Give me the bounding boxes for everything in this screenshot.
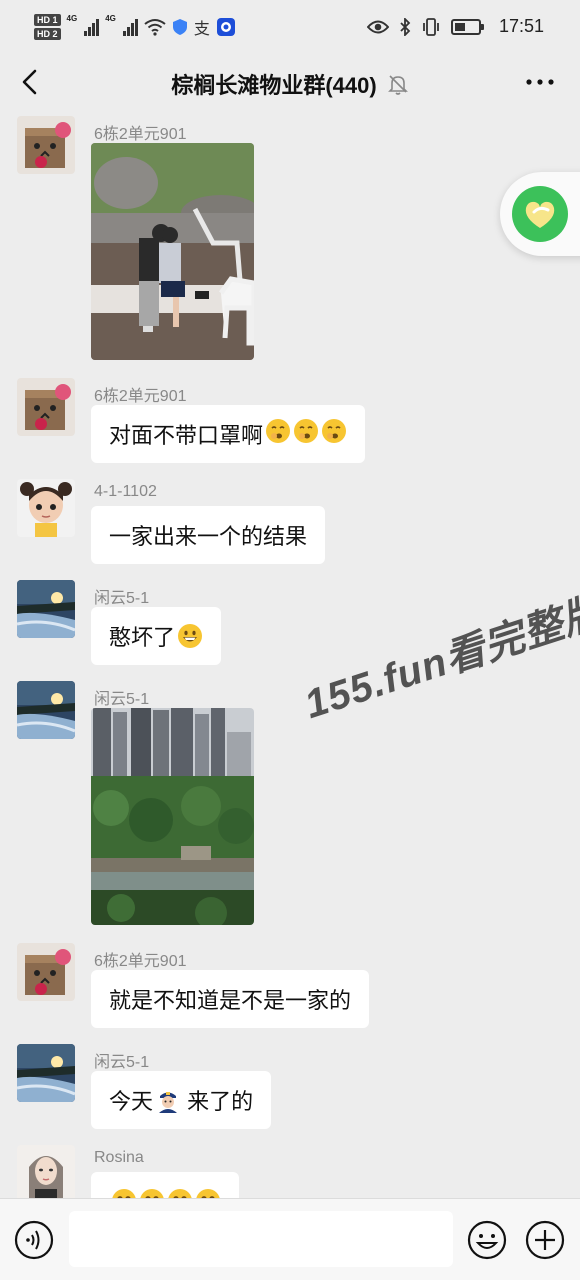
river-sunset-avatar <box>17 1044 75 1102</box>
heart-app-icon <box>512 186 568 242</box>
wifi-icon <box>144 19 166 36</box>
message-text-before: 今天 <box>109 1089 154 1114</box>
avatar[interactable] <box>17 378 75 436</box>
message-input[interactable] <box>69 1211 453 1267</box>
yawning-face-icon <box>168 1189 192 1198</box>
clock: 17:51 <box>498 16 544 36</box>
yawning-face-icon <box>266 419 291 443</box>
text-bubble[interactable]: 今天 来了的 <box>91 1071 272 1129</box>
message-text: 对面不带口罩啊 <box>109 423 264 448</box>
sender-name: 闲云5-1 <box>94 1054 150 1071</box>
sender-name: Rosina <box>94 1149 144 1166</box>
vibrate-icon <box>423 17 439 36</box>
river-sunset-avatar <box>17 681 75 739</box>
hd2-badge: HD 2 <box>34 28 61 40</box>
avatar[interactable] <box>17 681 75 739</box>
image-message[interactable] <box>91 708 254 925</box>
message-text: 就是不知道是不是一家的 <box>109 988 352 1013</box>
box-doll-avatar <box>17 943 75 1001</box>
avatar[interactable] <box>17 580 75 638</box>
signal-icon <box>84 18 100 36</box>
chat-header: 棕榈长滩物业群(440) <box>0 56 580 108</box>
sender-name: 闲云5-1 <box>94 590 150 607</box>
river-sunset-avatar <box>17 580 75 638</box>
more-options-icon[interactable] <box>524 68 556 96</box>
avatar[interactable] <box>17 116 75 174</box>
image-message[interactable] <box>91 143 254 360</box>
alipay-icon: 支 <box>193 21 210 38</box>
chat-title: 棕榈长滩物业群(440) <box>171 73 377 98</box>
avatar[interactable] <box>17 1145 75 1198</box>
emoji-row <box>263 418 347 450</box>
text-bubble[interactable]: 对面不带口罩啊 <box>91 405 366 463</box>
text-bubble[interactable] <box>91 1172 239 1198</box>
input-bar <box>0 1198 580 1280</box>
yawning-face-icon <box>196 1189 220 1198</box>
shield-icon <box>172 19 187 35</box>
bluetooth-icon <box>400 17 411 36</box>
eye-icon <box>366 20 389 33</box>
text-bubble[interactable]: 一家出来一个的结果 <box>91 506 326 564</box>
sender-name: 4-1-1102 <box>94 483 157 500</box>
text-bubble[interactable]: 就是不知道是不是一家的 <box>91 970 370 1028</box>
status-bar-left: HD 1 HD 2 4G 4G 支 <box>34 14 236 40</box>
message-text-after: 来了的 <box>181 1089 254 1114</box>
police-officer-icon <box>159 1092 178 1113</box>
box-doll-avatar <box>17 378 75 436</box>
hd1-badge: HD 1 <box>34 14 61 26</box>
app-notification-icon <box>216 18 235 36</box>
bell-off-icon <box>387 75 408 95</box>
text-bubble[interactable]: 憨坏了 <box>91 607 222 665</box>
message-text: 一家出来一个的结果 <box>109 524 308 549</box>
signal-icon-2 <box>122 18 138 36</box>
grinning-face-icon <box>178 624 203 648</box>
avatar[interactable] <box>17 479 75 537</box>
sender-name: 6栋2单元901 <box>94 388 187 405</box>
battery-icon <box>450 18 484 35</box>
emoji-picker-icon[interactable] <box>467 1220 507 1260</box>
voice-input-icon[interactable] <box>14 1220 54 1260</box>
network-type-2: 4G <box>105 14 116 23</box>
network-type-1: 4G <box>66 14 78 23</box>
status-bar: HD 1 HD 2 4G 4G 支 17:51 <box>0 0 580 56</box>
sender-name: 6栋2单元901 <box>94 953 187 970</box>
yawning-face-icon <box>140 1189 164 1198</box>
yawning-face-icon <box>112 1189 136 1198</box>
sender-name: 6栋2单元901 <box>94 126 187 143</box>
status-bar-right: 17:51 <box>366 16 544 37</box>
add-attachment-icon[interactable] <box>525 1220 565 1260</box>
sender-name: 闲云5-1 <box>94 691 150 708</box>
cartoon-girl-avatar <box>17 479 75 537</box>
avatar[interactable] <box>17 1044 75 1102</box>
yawning-face-icon <box>294 419 319 443</box>
portrait-girl-avatar <box>17 1145 75 1198</box>
box-doll-avatar <box>17 116 75 174</box>
yawning-face-icon <box>322 419 347 443</box>
photo-couple-bench <box>91 143 254 360</box>
photo-city-park <box>91 708 254 925</box>
avatar[interactable] <box>17 943 75 1001</box>
message-text: 憨坏了 <box>109 625 176 650</box>
floating-app-button[interactable] <box>500 172 580 256</box>
